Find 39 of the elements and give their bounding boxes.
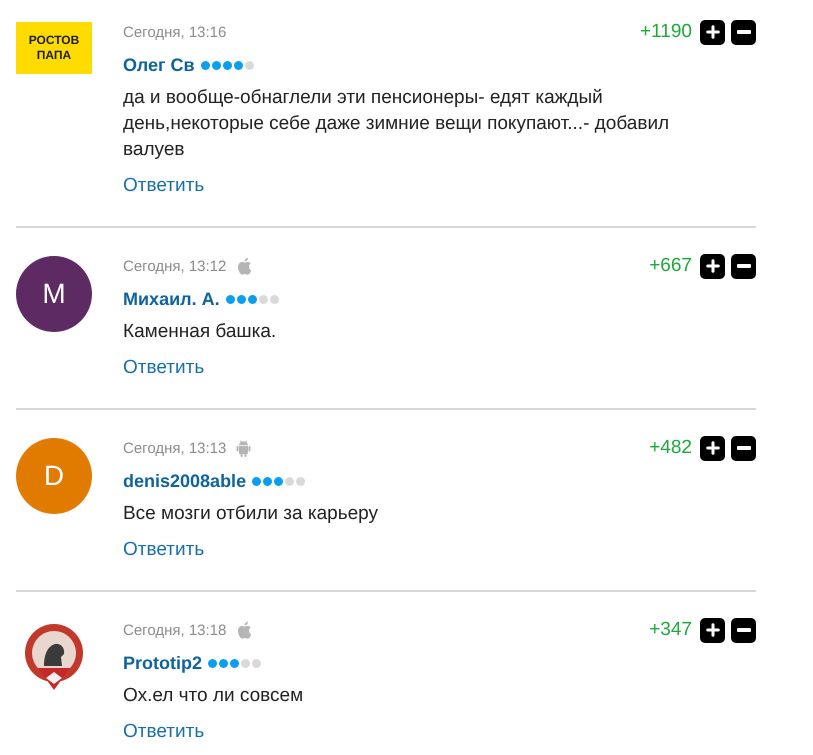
logo: РОСТОВ ПАПА (16, 22, 92, 74)
upvote-button[interactable] (700, 20, 725, 44)
comment-score: +482 (649, 437, 692, 459)
plus-icon (704, 621, 722, 639)
author-name[interactable]: Олег Св (123, 52, 195, 78)
comment-date: Сегодня, 13:13 (123, 440, 226, 456)
comment-text: да и вообще-обнаглели эти пенсионеры- едят каждый день,некоторые себе даже зимние вещи покупают...- добавил валуев (123, 86, 670, 162)
comment-text: Каменная башка. (123, 320, 278, 344)
plus-icon (704, 439, 722, 457)
comment-score: +667 (649, 255, 692, 277)
comment-date: Сегодня, 13:12 (123, 258, 226, 274)
reply-link[interactable]: Ответить (123, 355, 204, 381)
plus-icon (704, 257, 722, 275)
reply-link[interactable]: Ответить (123, 173, 204, 199)
downvote-button[interactable] (731, 254, 756, 278)
comment-score: +347 (649, 619, 692, 641)
upvote-button[interactable] (700, 436, 725, 460)
downvote-button[interactable] (731, 436, 756, 460)
upvote-button[interactable] (700, 618, 725, 642)
avatar: M (16, 256, 92, 332)
avatar: D (16, 438, 92, 514)
reply-link[interactable]: Ответить (123, 537, 204, 563)
downvote-button[interactable] (731, 20, 756, 44)
reply-link[interactable]: Ответить (123, 719, 204, 745)
author-name[interactable]: Михаил. А. (123, 286, 220, 312)
plus-icon (704, 23, 722, 41)
author-name[interactable]: Prototip2 (123, 650, 202, 676)
minus-icon (736, 446, 750, 450)
comment-date: Сегодня, 13:16 (123, 24, 226, 40)
downvote-button[interactable] (731, 618, 756, 642)
comment-text: Все мозги отбили за карьеру (123, 502, 380, 526)
upvote-button[interactable] (700, 254, 725, 278)
minus-icon (736, 30, 750, 34)
minus-icon (736, 628, 750, 632)
comment-text: Ох.ел что ли совсем (123, 684, 304, 708)
comment-date: Сегодня, 13:18 (123, 622, 226, 638)
minus-icon (736, 264, 750, 268)
author-name[interactable]: denis2008able (123, 468, 246, 494)
comment-score: +1190 (640, 21, 692, 43)
